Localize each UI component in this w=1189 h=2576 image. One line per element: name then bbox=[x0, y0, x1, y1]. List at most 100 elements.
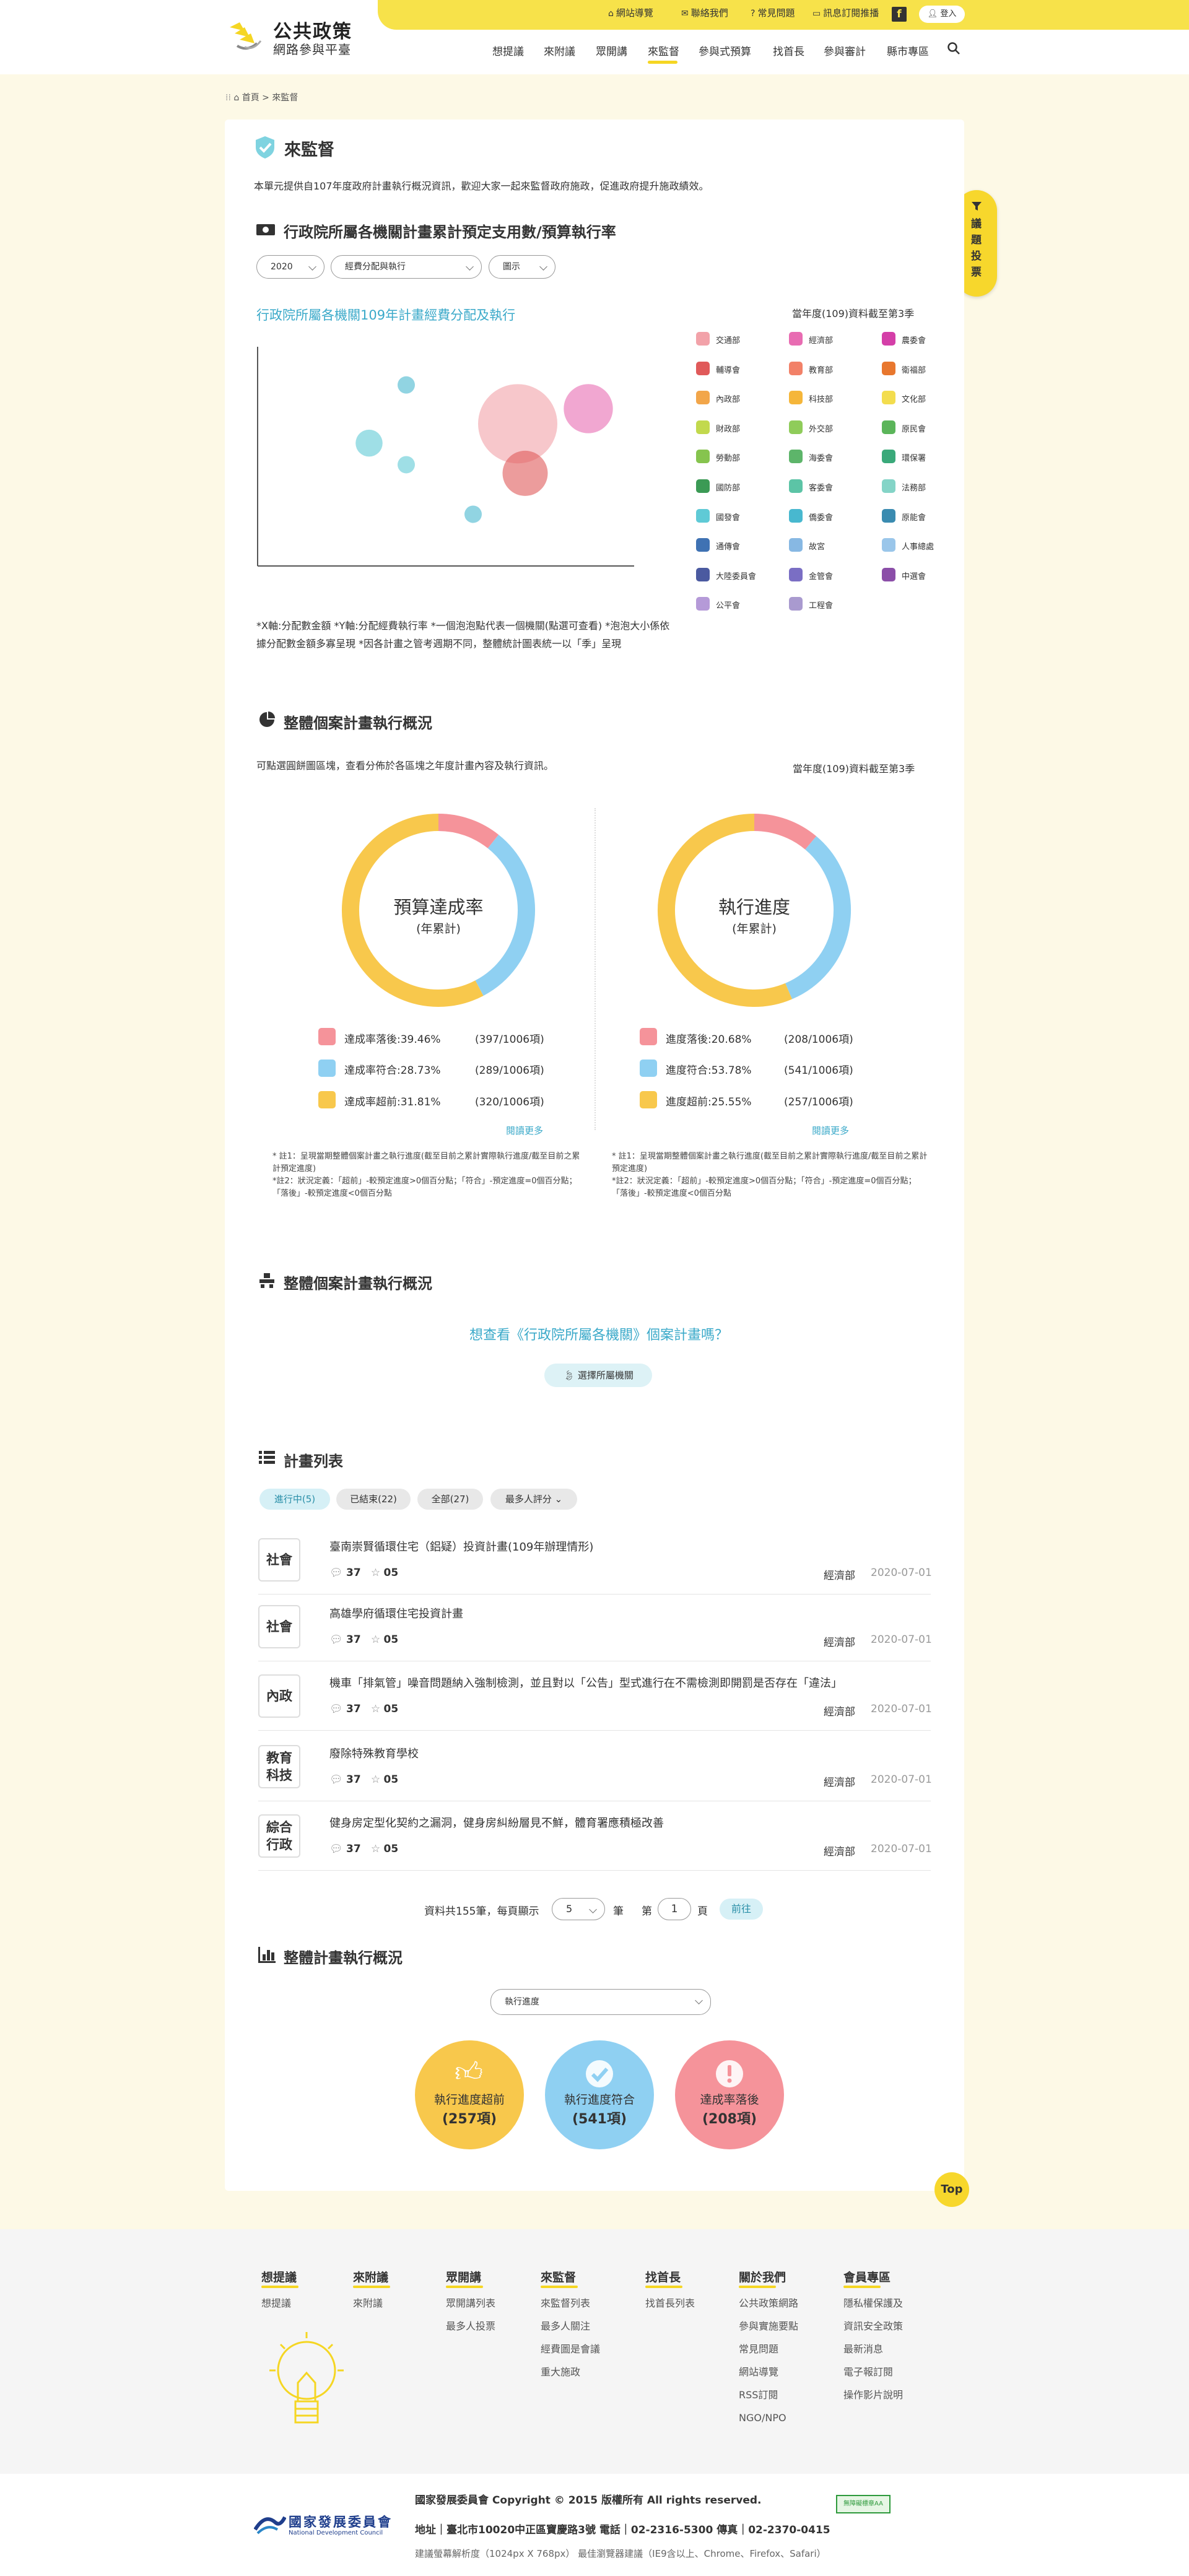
meet-circle[interactable]: 執行進度符合 (541項) bbox=[545, 2040, 654, 2149]
legend-label[interactable]: 大陸委員會 bbox=[716, 570, 756, 581]
view-select[interactable]: 圖示 bbox=[489, 255, 555, 279]
footer-link[interactable]: 最新消息 bbox=[843, 2341, 883, 2358]
footer-link[interactable]: 最多人關注 bbox=[541, 2318, 590, 2335]
legend-label[interactable]: 內政部 bbox=[716, 393, 740, 404]
legend-label[interactable]: 勞動部 bbox=[716, 451, 740, 463]
legend-swatch[interactable] bbox=[696, 508, 710, 523]
progress-legend-ahead[interactable]: 進度超前:25.55% bbox=[666, 1093, 752, 1108]
year-select[interactable]: 2020 bbox=[256, 255, 324, 279]
footer-link[interactable]: 網站導覽 bbox=[739, 2364, 778, 2381]
footer-link[interactable]: 隱私權保護及 bbox=[843, 2295, 903, 2312]
bubble-point[interactable] bbox=[398, 456, 415, 474]
accessibility-badge[interactable]: 無障礙標章AA bbox=[836, 2495, 891, 2513]
page-number-input[interactable]: 1 bbox=[658, 1898, 691, 1920]
legend-label[interactable]: 經濟部 bbox=[809, 334, 833, 346]
sort-select[interactable]: 最多人評分 ⌄ bbox=[490, 1489, 577, 1510]
search-icon[interactable] bbox=[946, 41, 961, 56]
footer-link[interactable]: 參與實施要點 bbox=[739, 2318, 798, 2335]
bubble-point[interactable] bbox=[398, 376, 415, 394]
footer-link[interactable]: 操作影片說明 bbox=[843, 2387, 903, 2404]
nav-second[interactable]: 來附議 bbox=[544, 43, 575, 58]
footer-heading[interactable]: 關於我們 bbox=[739, 2268, 786, 2285]
footer-heading[interactable]: 眾開講 bbox=[446, 2268, 481, 2285]
legend-label[interactable]: 故宮 bbox=[809, 540, 825, 552]
footer-heading[interactable]: 想提議 bbox=[261, 2268, 297, 2285]
legend-swatch[interactable] bbox=[789, 508, 803, 523]
legend-swatch[interactable] bbox=[696, 538, 710, 552]
progress-read-more-link[interactable]: 閱讀更多 bbox=[812, 1124, 849, 1137]
legend-label[interactable]: 客委會 bbox=[809, 481, 833, 493]
execution-type-select[interactable]: 執行進度 bbox=[490, 1989, 711, 2015]
budget-read-more-link[interactable]: 閱讀更多 bbox=[506, 1124, 543, 1137]
legend-label[interactable]: 國防部 bbox=[716, 481, 740, 493]
bubble-point[interactable] bbox=[502, 450, 548, 496]
legend-swatch[interactable] bbox=[789, 361, 803, 375]
legend-swatch[interactable] bbox=[882, 479, 895, 493]
legend-swatch[interactable] bbox=[696, 361, 710, 375]
legend-swatch[interactable] bbox=[882, 567, 895, 581]
budget-legend-ahead[interactable]: 達成率超前:31.81% bbox=[344, 1093, 441, 1108]
pager-go-button[interactable]: 前往 bbox=[720, 1899, 763, 1920]
sitemap-link[interactable]: ⌂ 網站導覽 bbox=[608, 6, 653, 19]
footer-link[interactable]: 想提議 bbox=[261, 2295, 291, 2312]
bubble-point[interactable] bbox=[478, 384, 557, 464]
legend-label[interactable]: 環保署 bbox=[902, 451, 926, 463]
legend-label[interactable]: 工程會 bbox=[809, 599, 833, 611]
legend-swatch[interactable] bbox=[696, 567, 710, 581]
legend-swatch[interactable] bbox=[882, 420, 895, 434]
tab-ongoing[interactable]: 進行中(5) bbox=[259, 1489, 330, 1510]
nav-city[interactable]: 縣市專區 bbox=[887, 43, 929, 58]
footer-link[interactable]: 眾開講列表 bbox=[446, 2295, 495, 2312]
plan-title-link[interactable]: 機車「排氣管」噪音問題納入強制檢測，並且對以「公告」型式進行在不需檢測即開罰是否… bbox=[329, 1674, 842, 1690]
legend-swatch[interactable] bbox=[696, 450, 710, 464]
legend-swatch[interactable] bbox=[882, 332, 895, 346]
progress-legend-meet[interactable]: 進度符合:53.78% bbox=[666, 1061, 752, 1077]
nav-propose[interactable]: 想提議 bbox=[492, 43, 524, 58]
footer-heading[interactable]: 來附議 bbox=[353, 2268, 388, 2285]
footer-link[interactable]: NGO/NPO bbox=[739, 2409, 786, 2427]
legend-label[interactable]: 文化部 bbox=[902, 393, 926, 404]
budget-type-select[interactable]: 經費分配與執行 bbox=[331, 255, 482, 279]
per-page-select[interactable]: 5 bbox=[552, 1898, 605, 1920]
legend-label[interactable]: 輔導會 bbox=[716, 363, 740, 375]
select-agency-button[interactable]: 🍃︎ 選擇所屬機關 bbox=[544, 1364, 652, 1387]
legend-label[interactable]: 農委會 bbox=[902, 334, 926, 346]
donut-slice[interactable] bbox=[438, 814, 499, 849]
legend-swatch[interactable] bbox=[789, 391, 803, 405]
legend-swatch[interactable] bbox=[882, 450, 895, 464]
legend-label[interactable]: 原能會 bbox=[902, 511, 926, 523]
login-button[interactable]: 👤︎ 登入 bbox=[919, 6, 965, 23]
legend-label[interactable]: 交通部 bbox=[716, 334, 740, 346]
legend-label[interactable]: 科技部 bbox=[809, 393, 833, 404]
plan-title-link[interactable]: 高雄學府循環住宅投資計畫 bbox=[329, 1605, 463, 1621]
legend-swatch[interactable] bbox=[696, 420, 710, 434]
legend-swatch[interactable] bbox=[882, 538, 895, 552]
legend-label[interactable]: 中選會 bbox=[902, 570, 926, 581]
footer-link[interactable]: 電子報訂閱 bbox=[843, 2364, 893, 2381]
footer-link[interactable]: 找首長列表 bbox=[645, 2295, 695, 2312]
footer-link[interactable]: 最多人投票 bbox=[446, 2318, 495, 2335]
legend-swatch[interactable] bbox=[882, 508, 895, 523]
legend-swatch[interactable] bbox=[696, 391, 710, 405]
footer-link[interactable]: RSS訂閱 bbox=[739, 2387, 778, 2404]
legend-label[interactable]: 國發會 bbox=[716, 511, 740, 523]
legend-swatch[interactable] bbox=[882, 361, 895, 375]
nav-discuss[interactable]: 眾開講 bbox=[596, 43, 627, 58]
plan-title-link[interactable]: 臺南崇賢循環住宅（鋁疑）投資計畫(109年辦理情形) bbox=[329, 1538, 593, 1554]
footer-link[interactable]: 來監督列表 bbox=[541, 2295, 590, 2312]
legend-label[interactable]: 法務部 bbox=[902, 481, 926, 493]
bubble-point[interactable] bbox=[355, 429, 383, 457]
bubble-point[interactable] bbox=[564, 384, 613, 433]
subscribe-link[interactable]: ▭ 訊息訂閱推播 bbox=[812, 6, 879, 19]
legend-label[interactable]: 衛福部 bbox=[902, 363, 926, 375]
legend-swatch[interactable] bbox=[789, 332, 803, 346]
legend-swatch[interactable] bbox=[789, 597, 803, 611]
legend-swatch[interactable] bbox=[696, 597, 710, 611]
faq-link[interactable]: ? 常見問題 bbox=[751, 6, 795, 19]
legend-label[interactable]: 公平會 bbox=[716, 599, 740, 611]
legend-label[interactable]: 外交部 bbox=[809, 422, 833, 434]
bubble-point[interactable] bbox=[464, 505, 482, 523]
footer-link[interactable]: 公共政策網路 bbox=[739, 2295, 798, 2312]
legend-swatch[interactable] bbox=[789, 420, 803, 434]
legend-label[interactable]: 原民會 bbox=[902, 422, 926, 434]
